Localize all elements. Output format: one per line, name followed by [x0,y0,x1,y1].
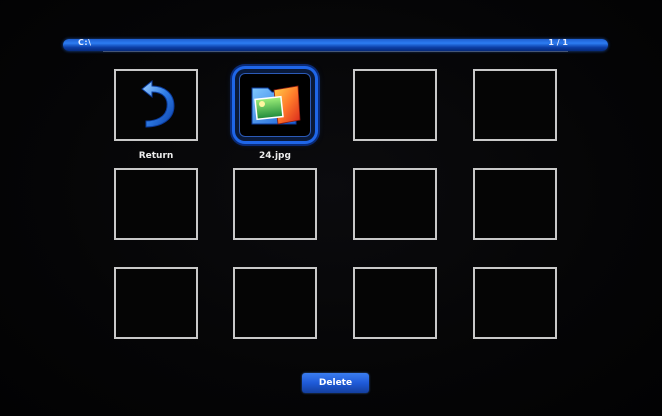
grid-cell-empty [473,69,557,141]
page-indicator: 1 / 1 [548,38,568,47]
path-bar: C:\ 1 / 1 [63,38,608,52]
grid-cell-empty [473,168,557,240]
path-bar-divider [103,51,568,52]
grid-cell-empty [114,267,198,339]
grid-cell-empty [114,168,198,240]
grid-cell-empty [233,267,317,339]
delete-button[interactable]: Delete [302,373,369,393]
grid-cell-empty [473,267,557,339]
return-arrow-icon [141,79,175,128]
file-browser-screen: C:\ 1 / 1 Return 24.jpg Delete [0,0,662,416]
grid-cell-return[interactable] [114,69,198,141]
item-label-return: Return [138,151,174,161]
current-path: C:\ [78,38,92,47]
grid-cell-24-jpg[interactable] [235,69,315,141]
grid-cell-empty [353,69,437,141]
photo-folder-icon [251,85,301,125]
item-label-24-jpg: 24.jpg [259,151,291,161]
grid-cell-empty [353,168,437,240]
grid-cell-empty [353,267,437,339]
grid-cell-empty [233,168,317,240]
